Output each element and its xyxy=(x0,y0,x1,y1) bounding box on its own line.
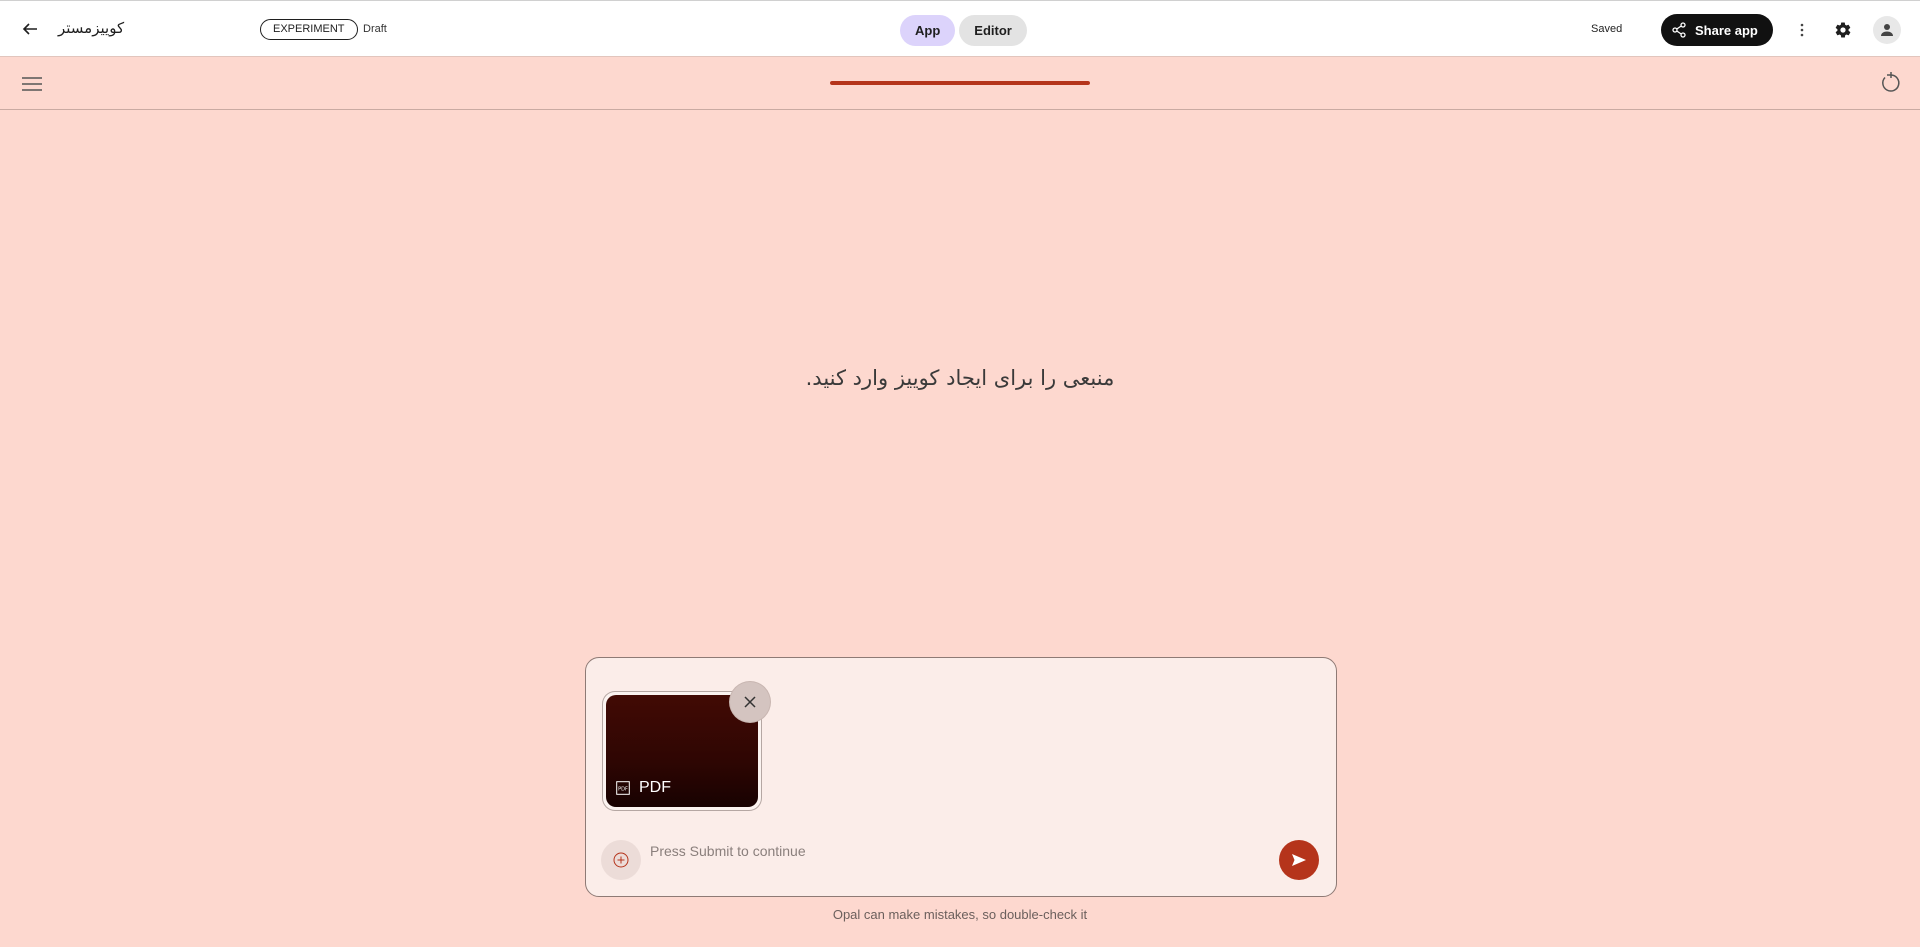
attachment-type: PDF xyxy=(639,779,671,796)
menu-button[interactable] xyxy=(19,71,45,97)
share-app-label: Share app xyxy=(1695,22,1758,38)
settings-button[interactable] xyxy=(1830,17,1856,43)
top-bar: کوییزمستر EXPERIMENT Draft App Editor Sa… xyxy=(0,0,1920,57)
app-title: کوییزمستر xyxy=(58,19,125,37)
share-app-button[interactable]: Share app xyxy=(1661,14,1773,46)
progress-fill xyxy=(830,81,1090,85)
prompt-text: منبعی را برای ایجاد کوییز وارد کنید. xyxy=(805,366,1115,390)
progress-bar xyxy=(830,81,1090,85)
add-circle-icon xyxy=(613,852,629,868)
submit-button[interactable] xyxy=(1279,840,1319,880)
app-toolbar xyxy=(0,57,1920,110)
pdf-attachment-label: PDF PDF xyxy=(616,779,671,797)
svg-text:PDF: PDF xyxy=(618,786,628,792)
draft-status: Draft xyxy=(363,23,387,35)
send-icon xyxy=(1292,854,1306,866)
tab-editor[interactable]: Editor xyxy=(959,15,1027,46)
tab-app[interactable]: App xyxy=(900,15,956,46)
account-icon xyxy=(1881,24,1893,36)
arrow-back-icon xyxy=(22,23,37,35)
back-button[interactable] xyxy=(16,15,44,43)
refresh-icon xyxy=(1882,72,1900,92)
menu-icon xyxy=(22,77,42,91)
more-vert-icon xyxy=(1800,23,1804,37)
input-composer: PDF PDF xyxy=(585,657,1337,897)
add-content-button[interactable] xyxy=(601,840,641,880)
close-icon xyxy=(744,696,756,708)
remove-attachment-button[interactable] xyxy=(730,682,770,722)
saved-status: Saved xyxy=(1591,23,1623,35)
message-input[interactable] xyxy=(650,836,1250,866)
more-options-button[interactable] xyxy=(1792,17,1812,43)
gear-icon xyxy=(1835,22,1851,38)
experiment-badge: EXPERIMENT xyxy=(260,19,358,40)
pdf-file-icon: PDF xyxy=(616,781,630,795)
restart-button[interactable] xyxy=(1876,68,1906,98)
disclaimer-text: Opal can make mistakes, so double-check … xyxy=(832,907,1088,922)
account-button[interactable] xyxy=(1873,16,1901,44)
share-icon xyxy=(1672,22,1686,38)
view-toggle: App Editor xyxy=(900,15,1027,46)
